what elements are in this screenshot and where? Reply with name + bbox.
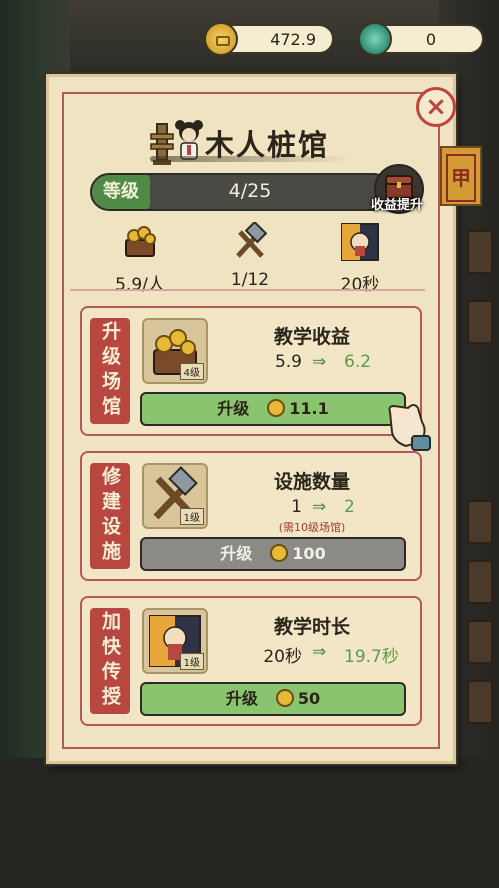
coin-icon bbox=[275, 689, 294, 707]
income-boost-button[interactable]: 收益提升 bbox=[366, 164, 428, 218]
arrow-right-icon: ⇒ bbox=[312, 642, 327, 662]
upgrade-card-duration: 加快传授 1级 教学时长 20秒 ⇒ 19.7秒 升级 50 bbox=[80, 596, 422, 726]
coin-icon bbox=[267, 399, 286, 417]
wall-pillar bbox=[467, 620, 493, 664]
thumb-level: 1级 bbox=[179, 508, 204, 525]
upgrade-cost: 100 bbox=[292, 544, 326, 563]
wall-pillar bbox=[467, 680, 493, 724]
upgrade-cost: 11.1 bbox=[289, 399, 329, 418]
card-title: 教学时长 bbox=[273, 616, 350, 638]
level-value: 4/25 bbox=[228, 180, 272, 202]
level-label: 等级 bbox=[92, 175, 150, 209]
stat-facilities: 1/12 bbox=[210, 220, 290, 290]
wall-pillar bbox=[467, 500, 493, 544]
boost-label: 收益提升 bbox=[370, 198, 423, 213]
next-value: 6.2 bbox=[344, 352, 372, 372]
current-value: 20秒 bbox=[263, 647, 302, 667]
section-divider bbox=[70, 289, 425, 291]
upgrade-facilities-button[interactable]: 升级 100 bbox=[140, 537, 406, 571]
wall-pillar bbox=[467, 300, 493, 344]
jade-icon bbox=[358, 22, 392, 56]
upgrade-cost: 50 bbox=[297, 689, 321, 708]
stat-income: 5.9/人 bbox=[100, 222, 180, 295]
coin-chest-icon bbox=[125, 226, 156, 257]
background-floor bbox=[0, 758, 499, 888]
day-night-icon bbox=[341, 223, 379, 261]
requirement-note: (需10级场馆) bbox=[278, 521, 346, 534]
card-title: 教学收益 bbox=[273, 326, 350, 348]
next-value: 2 bbox=[344, 497, 355, 517]
stat-income-value: 5.9/人 bbox=[115, 275, 165, 295]
card-title: 设施数量 bbox=[273, 471, 350, 493]
jade-value: 0 bbox=[425, 30, 436, 49]
stat-duration-value: 20秒 bbox=[340, 275, 380, 295]
coin-value: 472.9 bbox=[270, 30, 316, 49]
stat-facilities-value: 1/12 bbox=[230, 270, 270, 290]
tutorial-hand-pointer-icon bbox=[388, 404, 431, 451]
card-tab-upgrade-venue: 升级场馆 bbox=[90, 318, 130, 424]
close-button[interactable]: × bbox=[416, 87, 456, 127]
arrow-right-icon: ⇒ bbox=[312, 497, 327, 517]
coin-icon bbox=[270, 544, 289, 562]
hammer-thumbnail: 1级 bbox=[142, 463, 208, 529]
current-value: 5.9 bbox=[274, 352, 302, 372]
side-tab-jia[interactable]: 甲 bbox=[440, 146, 482, 206]
card-tab-build-facility: 修建设施 bbox=[90, 463, 130, 569]
hammer-icon bbox=[236, 220, 268, 258]
card-tab-speed-teaching: 加快传授 bbox=[90, 608, 130, 714]
thumb-level: 1级 bbox=[179, 653, 204, 670]
upgrade-income-button[interactable]: 升级 11.1 bbox=[140, 392, 406, 426]
coin-balance[interactable]: 472.9 bbox=[204, 22, 334, 56]
wall-pillar bbox=[467, 230, 493, 274]
stat-duration: 20秒 bbox=[320, 222, 400, 295]
upgrade-duration-button[interactable]: 升级 50 bbox=[140, 682, 406, 716]
coin-icon bbox=[204, 22, 238, 56]
upgrade-card-facilities: 修建设施 1级 设施数量 1 ⇒ 2 (需10级场馆) 升级 100 bbox=[80, 451, 422, 581]
title-brush-stroke bbox=[150, 156, 350, 162]
day-night-thumbnail: 1级 bbox=[142, 608, 208, 674]
wall-pillar bbox=[467, 560, 493, 604]
thumb-level: 4级 bbox=[179, 363, 204, 380]
jade-balance[interactable]: 0 bbox=[358, 22, 484, 56]
current-value: 1 bbox=[291, 497, 302, 517]
arrow-right-icon: ⇒ bbox=[312, 352, 327, 372]
coin-chest-thumbnail: 4级 bbox=[142, 318, 208, 384]
upgrade-card-income: 升级场馆 4级 教学收益 5.9 ⇒ 6.2 升级 11.1 bbox=[80, 306, 422, 436]
next-value: 19.7秒 bbox=[344, 647, 399, 667]
